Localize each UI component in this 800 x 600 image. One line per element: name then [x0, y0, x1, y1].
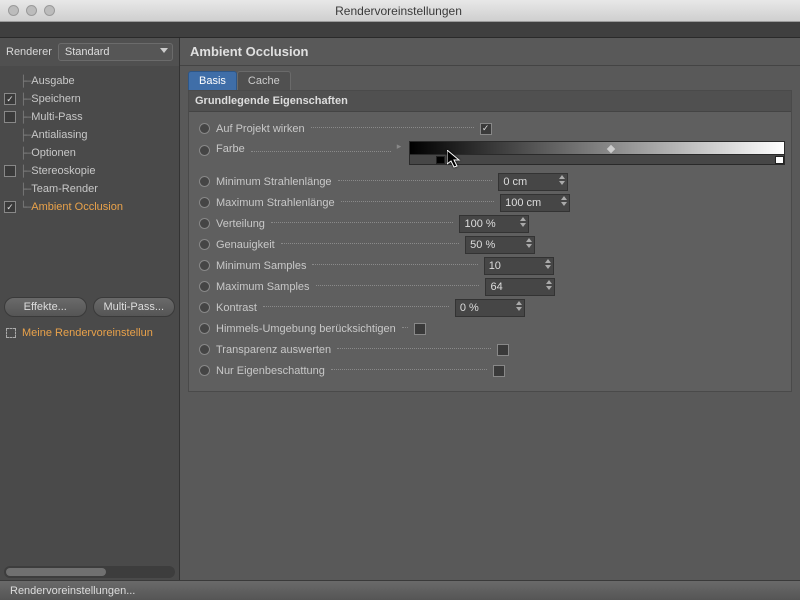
sidebar-item-teamrender[interactable]: ├─Team-Render [2, 180, 179, 198]
horizontal-scrollbar[interactable] [4, 566, 175, 578]
label-max-samples: Maximum Samples [216, 281, 310, 293]
sidebar-item-optionen[interactable]: ├─Optionen [2, 144, 179, 162]
multipass-button[interactable]: Multi-Pass... [93, 297, 176, 317]
renderer-select[interactable]: Standard [58, 43, 173, 61]
radio-icon[interactable] [199, 176, 210, 187]
effekte-button[interactable]: Effekte... [4, 297, 87, 317]
checkbox-icon[interactable] [4, 93, 16, 105]
close-button[interactable] [8, 5, 19, 16]
renderer-value: Standard [65, 46, 110, 58]
checkbox-icon[interactable] [4, 111, 16, 123]
sidebar-item-speichern[interactable]: ├─Speichern [2, 90, 179, 108]
properties-panel: Grundlegende Eigenschaften Auf Projekt w… [188, 90, 792, 392]
label-auf-projekt: Auf Projekt wirken [216, 123, 305, 135]
radio-icon[interactable] [199, 323, 210, 334]
tab-cache[interactable]: Cache [237, 71, 291, 90]
label-kontrast: Kontrast [216, 302, 257, 314]
input-min-strahl[interactable]: 0 cm [498, 173, 568, 191]
gradient-handle-left[interactable] [436, 156, 445, 164]
input-genauigkeit[interactable]: 50 % [465, 236, 535, 254]
sidebar-item-ambient-occlusion[interactable]: └─Ambient Occlusion [2, 198, 179, 216]
window-title: Rendervoreinstellungen [55, 4, 742, 18]
label-eigen: Nur Eigenbeschattung [216, 365, 325, 377]
preset-link[interactable]: Meine Rendervoreinstellun [0, 323, 179, 343]
label-min-strahl: Minimum Strahlenlänge [216, 176, 332, 188]
chevron-down-icon [160, 48, 168, 53]
tab-basis[interactable]: Basis [188, 71, 237, 90]
input-min-samples[interactable]: 10 [484, 257, 554, 275]
subheader: Grundlegende Eigenschaften [189, 91, 791, 112]
gradient-handle-right[interactable] [775, 156, 784, 164]
toolbar-strip [0, 22, 800, 38]
input-max-samples[interactable]: 64 [485, 278, 555, 296]
input-max-strahl[interactable]: 100 cm [500, 194, 570, 212]
radio-icon[interactable] [199, 344, 210, 355]
label-min-samples: Minimum Samples [216, 260, 306, 272]
checkbox-transparenz[interactable] [497, 344, 509, 356]
checkbox-icon[interactable] [4, 201, 16, 213]
input-verteilung[interactable]: 100 % [459, 215, 529, 233]
input-kontrast[interactable]: 0 % [455, 299, 525, 317]
expand-icon[interactable]: ▸ [397, 141, 402, 152]
section-title: Ambient Occlusion [180, 38, 800, 66]
label-transparenz: Transparenz auswerten [216, 344, 331, 356]
radio-icon[interactable] [199, 145, 210, 156]
radio-icon[interactable] [199, 281, 210, 292]
minimize-button[interactable] [26, 5, 37, 16]
checkbox-auf-projekt[interactable] [480, 123, 492, 135]
sidebar-item-multipass[interactable]: ├─Multi-Pass [2, 108, 179, 126]
checkbox-himmel[interactable] [414, 323, 426, 335]
sidebar-item-ausgabe[interactable]: ├─Ausgabe [2, 72, 179, 90]
titlebar: Rendervoreinstellungen [0, 0, 800, 22]
radio-icon[interactable] [199, 365, 210, 376]
sidebar-tree: ├─Ausgabe ├─Speichern ├─Multi-Pass ├─Ant… [0, 66, 179, 291]
label-farbe: Farbe [216, 143, 245, 155]
sidebar-item-stereoskopie[interactable]: ├─Stereoskopie [2, 162, 179, 180]
zoom-button[interactable] [44, 5, 55, 16]
radio-icon[interactable] [199, 260, 210, 271]
label-max-strahl: Maximum Strahlenlänge [216, 197, 335, 209]
renderer-label: Renderer [6, 46, 52, 58]
footer-status: Rendervoreinstellungen... [0, 580, 800, 600]
radio-icon[interactable] [199, 123, 210, 134]
traffic-lights [8, 5, 55, 16]
sidebar: Renderer Standard ├─Ausgabe ├─Speichern … [0, 38, 180, 580]
gradient-editor[interactable] [409, 141, 785, 165]
preset-icon [6, 328, 16, 338]
radio-icon[interactable] [199, 218, 210, 229]
label-himmel: Himmels-Umgebung berücksichtigen [216, 323, 396, 335]
radio-icon[interactable] [199, 302, 210, 313]
radio-icon[interactable] [199, 197, 210, 208]
preset-label: Meine Rendervoreinstellun [22, 327, 153, 339]
sidebar-item-antialiasing[interactable]: ├─Antialiasing [2, 126, 179, 144]
content-panel: Ambient Occlusion Basis Cache Grundlegen… [180, 38, 800, 580]
label-genauigkeit: Genauigkeit [216, 239, 275, 251]
radio-icon[interactable] [199, 239, 210, 250]
checkbox-eigen[interactable] [493, 365, 505, 377]
gradient-midpoint-handle[interactable] [607, 145, 615, 153]
checkbox-icon[interactable] [4, 165, 16, 177]
label-verteilung: Verteilung [216, 218, 265, 230]
